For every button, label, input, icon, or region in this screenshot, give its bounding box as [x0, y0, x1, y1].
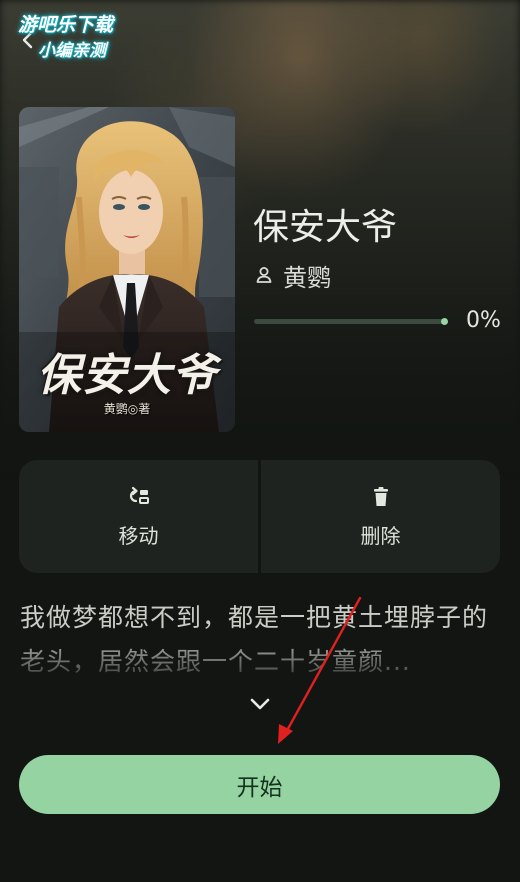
- watermark: 游吧乐下载 小编亲测: [12, 10, 152, 66]
- book-cover[interactable]: 保安大爷 黄鹦◎著: [19, 107, 235, 432]
- reading-progress-percent: 0%: [466, 308, 501, 333]
- chevron-down-icon[interactable]: [248, 694, 272, 714]
- delete-button[interactable]: 删除: [261, 460, 500, 573]
- watermark-line2: 小编亲测: [38, 41, 106, 61]
- book-description[interactable]: 我做梦都想不到，都是一把黄土埋脖子的老头，居然会跟一个二十岁童颜...: [20, 596, 500, 686]
- start-button[interactable]: 开始: [19, 755, 500, 814]
- author-name: 黄鹦: [283, 263, 331, 292]
- move-icon: [129, 486, 149, 504]
- action-card: 移动 删除: [19, 460, 500, 573]
- book-detail-screen: 游吧乐下载 小编亲测 保安大爷 黄鹦◎著 保安大爷 黄鹦 0% 移动 删除 我做…: [0, 0, 520, 882]
- reading-progress-indicator: [441, 318, 448, 325]
- description-text: 我做梦都想不到，都是一把黄土埋脖子的老头，居然会跟一个二十岁童颜...: [20, 603, 489, 676]
- person-icon: [256, 267, 272, 283]
- reading-progress-bar: [254, 319, 446, 324]
- move-label: 移动: [118, 524, 159, 548]
- trash-icon: [373, 487, 388, 506]
- start-label: 开始: [236, 774, 283, 801]
- watermark-line1: 游吧乐下载: [18, 14, 114, 36]
- book-title: 保安大爷: [253, 207, 398, 248]
- cover-author-art: 黄鹦◎著: [103, 402, 151, 416]
- delete-label: 删除: [360, 524, 401, 548]
- move-button[interactable]: 移动: [19, 460, 258, 573]
- author-row: 黄鹦: [253, 258, 331, 292]
- cover-title-art: 保安大爷: [37, 350, 217, 401]
